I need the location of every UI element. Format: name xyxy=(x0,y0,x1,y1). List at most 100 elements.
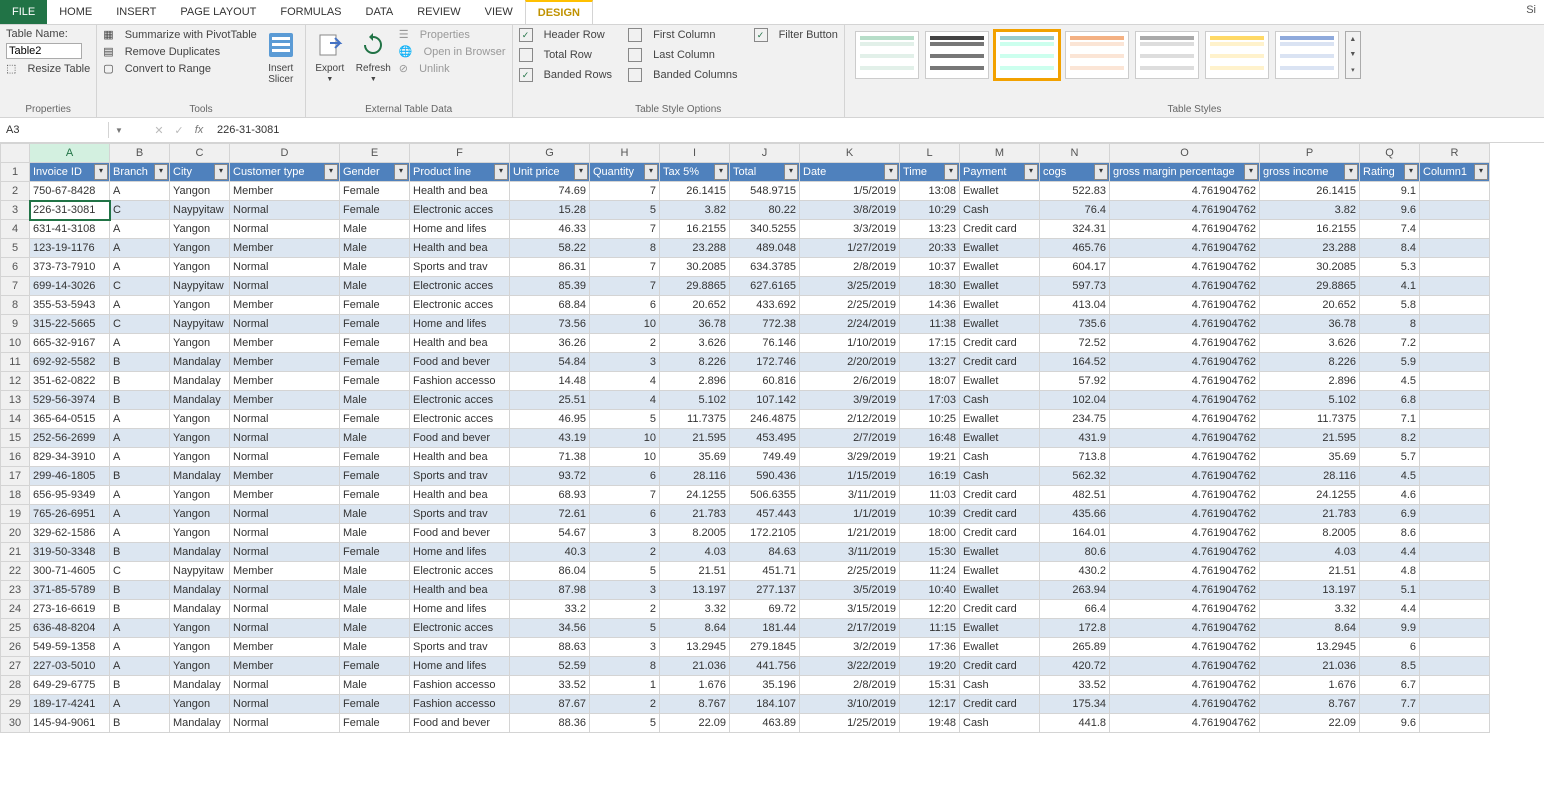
cell[interactable]: 18:07 xyxy=(900,372,960,391)
cell[interactable] xyxy=(1420,277,1490,296)
cell[interactable]: 4.761904762 xyxy=(1110,657,1260,676)
cell[interactable] xyxy=(1420,258,1490,277)
cell[interactable]: 2.896 xyxy=(1260,372,1360,391)
cell[interactable]: 1/27/2019 xyxy=(800,239,900,258)
cell[interactable]: 5.9 xyxy=(1360,353,1420,372)
cell[interactable]: 43.19 xyxy=(510,429,590,448)
cell[interactable]: Female xyxy=(340,410,410,429)
cell[interactable]: 329-62-1586 xyxy=(30,524,110,543)
cell[interactable]: 4.03 xyxy=(660,543,730,562)
column-header[interactable]: I xyxy=(660,144,730,163)
cell[interactable]: 164.01 xyxy=(1040,524,1110,543)
cell[interactable]: 4.761904762 xyxy=(1110,581,1260,600)
row-header[interactable]: 12 xyxy=(1,372,30,391)
cell[interactable]: Male xyxy=(340,581,410,600)
cell[interactable]: Female xyxy=(340,182,410,201)
cell[interactable]: 263.94 xyxy=(1040,581,1110,600)
cell[interactable]: 457.443 xyxy=(730,505,800,524)
cell[interactable] xyxy=(1420,429,1490,448)
cell[interactable]: C xyxy=(110,562,170,581)
cell[interactable]: 18:30 xyxy=(900,277,960,296)
column-header[interactable]: K xyxy=(800,144,900,163)
cell[interactable] xyxy=(1420,524,1490,543)
cell[interactable]: 4.8 xyxy=(1360,562,1420,581)
filter-dropdown-icon[interactable]: ▾ xyxy=(784,164,798,180)
cell[interactable]: Male xyxy=(340,429,410,448)
cell[interactable]: 164.52 xyxy=(1040,353,1110,372)
cell[interactable]: Female xyxy=(340,695,410,714)
cell[interactable]: 2/7/2019 xyxy=(800,429,900,448)
sign-in-link[interactable]: Si xyxy=(1518,0,1544,24)
cell[interactable]: Member xyxy=(230,638,340,657)
table-header-cell[interactable]: Branch▾ xyxy=(110,163,170,182)
cell[interactable]: 4.4 xyxy=(1360,543,1420,562)
cell[interactable]: A xyxy=(110,258,170,277)
row-header[interactable]: 1 xyxy=(1,163,30,182)
table-name-input[interactable] xyxy=(6,43,82,59)
cell[interactable]: 35.196 xyxy=(730,676,800,695)
column-header[interactable]: D xyxy=(230,144,340,163)
cell[interactable]: Electronic acces xyxy=(410,277,510,296)
cell[interactable]: Credit card xyxy=(960,505,1040,524)
cell[interactable]: 3/22/2019 xyxy=(800,657,900,676)
cell[interactable] xyxy=(1420,201,1490,220)
cell[interactable]: 9.6 xyxy=(1360,714,1420,733)
cell[interactable]: 8.767 xyxy=(660,695,730,714)
header-row-checkbox[interactable]: ✓ Header Row xyxy=(519,27,613,43)
cell[interactable]: Female xyxy=(340,486,410,505)
cell[interactable]: 441.756 xyxy=(730,657,800,676)
cell[interactable]: 54.84 xyxy=(510,353,590,372)
cell[interactable]: 20.652 xyxy=(1260,296,1360,315)
cell[interactable]: 13:08 xyxy=(900,182,960,201)
filter-dropdown-icon[interactable]: ▾ xyxy=(1404,164,1418,180)
tab-file[interactable]: FILE xyxy=(0,0,47,24)
cell[interactable]: 6.8 xyxy=(1360,391,1420,410)
cell[interactable]: 1/25/2019 xyxy=(800,714,900,733)
cell[interactable]: 87.67 xyxy=(510,695,590,714)
cell[interactable]: 489.048 xyxy=(730,239,800,258)
cell[interactable]: 11:03 xyxy=(900,486,960,505)
column-header[interactable]: R xyxy=(1420,144,1490,163)
cell[interactable]: 11.7375 xyxy=(1260,410,1360,429)
table-style-swatch[interactable] xyxy=(1205,31,1269,79)
cell[interactable]: Cash xyxy=(960,714,1040,733)
cell[interactable]: Credit card xyxy=(960,600,1040,619)
cell[interactable]: 522.83 xyxy=(1040,182,1110,201)
cell[interactable]: B xyxy=(110,543,170,562)
cell[interactable]: 506.6355 xyxy=(730,486,800,505)
tab-review[interactable]: REVIEW xyxy=(405,0,472,24)
cell[interactable]: A xyxy=(110,619,170,638)
cell[interactable]: 123-19-1176 xyxy=(30,239,110,258)
cell[interactable]: 5 xyxy=(590,201,660,220)
cell[interactable]: 2.896 xyxy=(660,372,730,391)
cell[interactable]: 57.92 xyxy=(1040,372,1110,391)
cell[interactable]: 19:21 xyxy=(900,448,960,467)
cell[interactable]: 7.1 xyxy=(1360,410,1420,429)
cell[interactable]: A xyxy=(110,429,170,448)
cell[interactable]: Female xyxy=(340,448,410,467)
filter-dropdown-icon[interactable]: ▾ xyxy=(574,164,588,180)
cell[interactable]: Normal xyxy=(230,505,340,524)
cell[interactable]: 413.04 xyxy=(1040,296,1110,315)
cell[interactable]: 279.1845 xyxy=(730,638,800,657)
column-header[interactable]: M xyxy=(960,144,1040,163)
table-header-cell[interactable]: Total▾ xyxy=(730,163,800,182)
cell[interactable]: 4.761904762 xyxy=(1110,562,1260,581)
row-header[interactable]: 19 xyxy=(1,505,30,524)
cell[interactable]: 22.09 xyxy=(1260,714,1360,733)
cell[interactable]: 19:48 xyxy=(900,714,960,733)
cell[interactable]: Credit card xyxy=(960,334,1040,353)
cell[interactable]: Normal xyxy=(230,315,340,334)
cell[interactable] xyxy=(1420,410,1490,429)
enter-icon[interactable]: ✓ xyxy=(169,124,189,137)
table-header-cell[interactable]: Tax 5%▾ xyxy=(660,163,730,182)
cell[interactable]: Mandalay xyxy=(170,353,230,372)
summarize-pivot-button[interactable]: ▦ Summarize with PivotTable xyxy=(103,27,257,42)
cell[interactable]: 749.49 xyxy=(730,448,800,467)
filter-dropdown-icon[interactable]: ▾ xyxy=(884,164,898,180)
cell[interactable]: 324.31 xyxy=(1040,220,1110,239)
cell[interactable]: 4.761904762 xyxy=(1110,467,1260,486)
cell[interactable]: 4.761904762 xyxy=(1110,600,1260,619)
row-header[interactable]: 9 xyxy=(1,315,30,334)
cell[interactable]: 227-03-5010 xyxy=(30,657,110,676)
